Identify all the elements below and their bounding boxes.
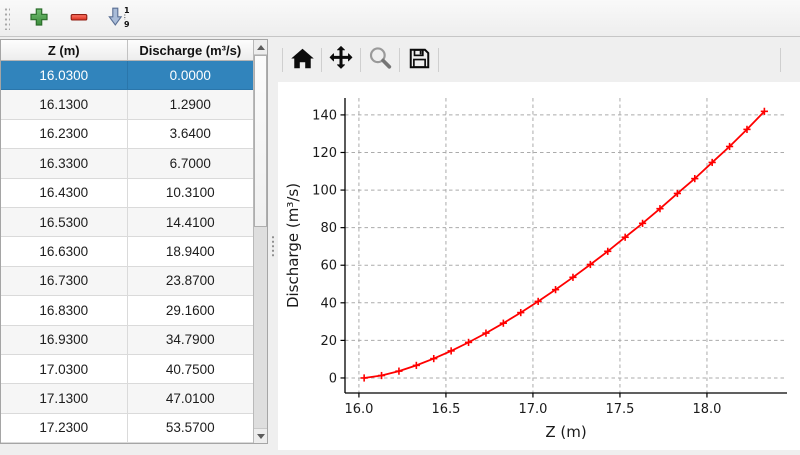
save-icon (407, 46, 432, 74)
splitter-handle-icon (271, 235, 275, 257)
zoom-button[interactable] (363, 43, 397, 77)
toolbar-separator (438, 48, 439, 72)
y-tick-label: 0 (329, 371, 337, 386)
y-tick-label: 120 (312, 146, 337, 161)
scroll-down-icon (257, 434, 265, 439)
table-row[interactable]: 16.730023.8700 (1, 267, 253, 296)
table-cell[interactable]: 47.0100 (127, 384, 254, 412)
table-cell[interactable]: 16.4300 (1, 179, 127, 207)
x-tick-label: 17.5 (605, 402, 634, 417)
scrollbar-track[interactable] (254, 55, 267, 428)
home-button[interactable] (285, 43, 319, 77)
y-tick-label: 80 (320, 221, 337, 236)
table-header-row: Z (m) Discharge (m³/s) (1, 40, 253, 61)
table-row[interactable]: 16.23003.6400 (1, 120, 253, 149)
table-row[interactable]: 16.530014.4100 (1, 208, 253, 237)
x-tick-label: 16.5 (431, 402, 460, 417)
table-row[interactable]: 16.33006.7000 (1, 149, 253, 178)
sort-button[interactable]: 1 9 (104, 3, 134, 33)
table-scrollbar[interactable] (253, 40, 267, 443)
y-axis-label: Discharge (m³/s) (284, 183, 302, 308)
table-row[interactable]: 16.03000.0000 (1, 61, 253, 90)
svg-text:1: 1 (124, 6, 130, 15)
y-tick-label: 20 (320, 334, 337, 349)
y-tick-label: 100 (312, 184, 337, 199)
rating-curve-plot: 16.0 16.5 17.0 17.5 18.0 0 20 40 60 80 100 120 140 Z … (278, 82, 800, 450)
toolbar-separator (360, 48, 361, 72)
table-body: 16.03000.000016.13001.290016.23003.64001… (1, 61, 253, 443)
table-row[interactable]: 16.930034.7900 (1, 326, 253, 355)
sort-ascending-icon: 1 9 (107, 5, 131, 32)
pan-button[interactable] (324, 43, 358, 77)
table-cell[interactable]: 34.7900 (127, 326, 254, 354)
main-toolbar: 1 9 (0, 0, 800, 37)
zoom-icon (367, 45, 393, 74)
table-cell[interactable]: 16.9300 (1, 326, 127, 354)
toolbar-separator (780, 48, 781, 72)
table-cell[interactable]: 10.3100 (127, 179, 254, 207)
table-row[interactable]: 16.13001.2900 (1, 90, 253, 119)
table-cell[interactable]: 3.6400 (127, 120, 254, 148)
table-cell[interactable]: 23.8700 (127, 267, 254, 295)
column-header-discharge[interactable]: Discharge (m³/s) (127, 40, 254, 60)
table-cell[interactable]: 16.3300 (1, 149, 127, 177)
toolbar-drag-handle[interactable] (3, 6, 10, 30)
table-row[interactable]: 16.630018.9400 (1, 237, 253, 266)
table-cell[interactable]: 16.1300 (1, 90, 127, 118)
table-row[interactable]: 16.430010.3100 (1, 179, 253, 208)
plot-nav-toolbar (278, 37, 800, 82)
table-cell[interactable]: 29.1600 (127, 296, 254, 324)
panel-splitter[interactable] (268, 38, 278, 450)
table-cell[interactable]: 16.0300 (1, 61, 127, 89)
remove-row-button[interactable] (64, 3, 94, 33)
x-tick-label: 16.0 (344, 402, 373, 417)
x-tick-label: 17.0 (518, 402, 547, 417)
column-header-z[interactable]: Z (m) (1, 40, 127, 60)
table-row[interactable]: 16.830029.1600 (1, 296, 253, 325)
scrollbar-down-button[interactable] (254, 428, 267, 443)
table-cell[interactable]: 1.2900 (127, 90, 254, 118)
y-tick-label: 60 (320, 259, 337, 274)
figure-canvas[interactable]: 16.0 16.5 17.0 17.5 18.0 0 20 40 60 80 100 120 140 Z … (278, 82, 800, 450)
table-cell[interactable]: 53.5700 (127, 414, 254, 442)
table-cell[interactable]: 18.9400 (127, 237, 254, 265)
table-cell[interactable]: 17.2300 (1, 414, 127, 442)
table-row[interactable]: 17.030040.7500 (1, 355, 253, 384)
x-axis-label: Z (m) (545, 423, 586, 441)
y-tick-label: 140 (312, 108, 337, 123)
table-row[interactable]: 17.230053.5700 (1, 414, 253, 443)
table-cell[interactable]: 16.2300 (1, 120, 127, 148)
plot-line (364, 111, 764, 378)
scrollbar-up-button[interactable] (254, 40, 267, 55)
x-tick-label: 18.0 (692, 402, 721, 417)
table-cell[interactable]: 40.7500 (127, 355, 254, 383)
scroll-up-icon (257, 45, 265, 50)
table-cell[interactable]: 16.7300 (1, 267, 127, 295)
table-cell[interactable]: 16.8300 (1, 296, 127, 324)
home-icon (290, 47, 315, 73)
add-row-button[interactable] (24, 3, 54, 33)
save-button[interactable] (402, 43, 436, 77)
y-tick-label: 40 (320, 296, 337, 311)
table-cell[interactable]: 17.0300 (1, 355, 127, 383)
toolbar-separator (282, 48, 283, 72)
toolbar-separator (321, 48, 322, 72)
table-cell[interactable]: 17.1300 (1, 384, 127, 412)
table-cell[interactable]: 16.5300 (1, 208, 127, 236)
table-cell[interactable]: 0.0000 (127, 61, 254, 89)
rating-curve-table: Z (m) Discharge (m³/s) 16.03000.000016.1… (0, 39, 268, 444)
toolbar-separator (399, 48, 400, 72)
svg-text:9: 9 (124, 20, 130, 29)
table-cell[interactable]: 6.7000 (127, 149, 254, 177)
table-row[interactable]: 17.130047.0100 (1, 384, 253, 413)
remove-icon (69, 7, 89, 30)
pan-icon (328, 45, 354, 74)
add-icon (29, 7, 49, 30)
table-cell[interactable]: 14.4100 (127, 208, 254, 236)
scrollbar-thumb[interactable] (254, 55, 267, 227)
table-cell[interactable]: 16.6300 (1, 237, 127, 265)
